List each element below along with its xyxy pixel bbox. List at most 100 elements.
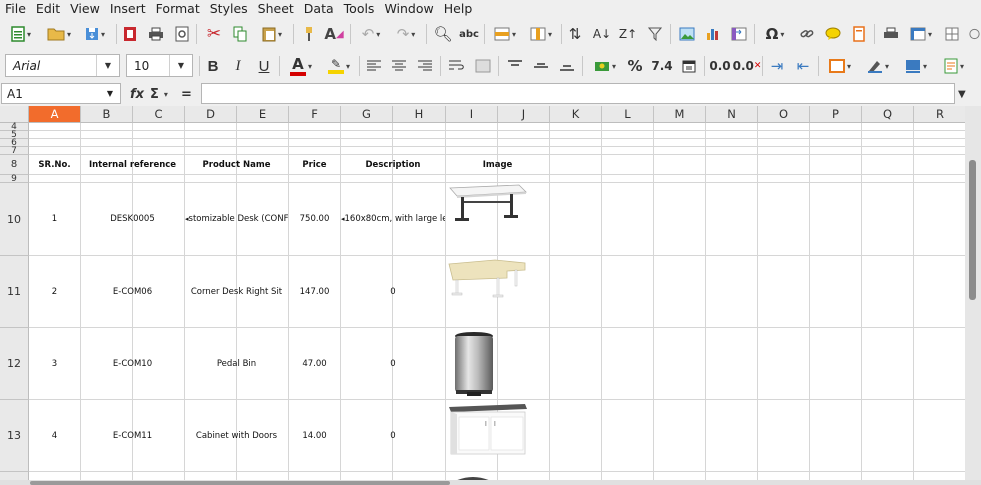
open-folder-icon[interactable]: ▾ — [42, 23, 76, 45]
wrap-text-icon[interactable] — [446, 55, 468, 77]
cell-sr-no[interactable]: 1 — [29, 183, 80, 255]
cell-internal-reference[interactable]: E-COM06 — [81, 256, 184, 327]
product-image-cabinet[interactable] — [447, 400, 529, 458]
expand-formula-bar-icon[interactable]: ▼ — [958, 84, 966, 104]
borders-icon[interactable]: ▾ — [822, 55, 858, 77]
menu-insert[interactable]: Insert — [105, 0, 151, 18]
formula-icon[interactable]: = — [181, 84, 192, 104]
header-image[interactable]: Image — [446, 155, 549, 174]
number-format-icon[interactable]: 7.4 — [650, 55, 674, 77]
number-format-date-icon[interactable] — [678, 55, 700, 77]
select-all-corner[interactable] — [0, 106, 29, 123]
header-internal-reference[interactable]: Internal reference — [81, 155, 184, 174]
find-replace-icon[interactable]: 🔍︎ — [432, 23, 454, 45]
header-sr-no[interactable]: SR.No. — [29, 155, 80, 174]
align-center-icon[interactable] — [389, 55, 409, 77]
menu-data[interactable]: Data — [299, 0, 339, 18]
menu-sheet[interactable]: Sheet — [253, 0, 299, 18]
cell-product-name[interactable]: ◂stomizable Desk (CONFI▸ — [185, 183, 288, 255]
cell-product-name[interactable]: Cabinet with Doors — [185, 400, 288, 471]
define-print-area-icon[interactable] — [880, 23, 902, 45]
column-header-d[interactable]: D — [185, 106, 237, 123]
font-color-icon[interactable]: A ▾ — [283, 55, 319, 77]
print-preview-icon[interactable] — [172, 23, 192, 45]
menu-format[interactable]: Format — [151, 0, 205, 18]
cell-description[interactable]: ◂160x80cm, with large legs▸ — [341, 183, 445, 255]
special-character-icon[interactable]: Ω ▾ — [758, 23, 792, 45]
sum-icon[interactable]: Σ ▾ — [150, 84, 168, 104]
save-icon[interactable]: ▾ — [80, 23, 110, 45]
column-header-k[interactable]: K — [550, 106, 602, 123]
column-header-e[interactable]: E — [237, 106, 289, 123]
hyperlink-icon[interactable] — [796, 23, 818, 45]
align-left-icon[interactable] — [364, 55, 384, 77]
comment-icon[interactable] — [822, 23, 844, 45]
cell-price[interactable]: 147.00 — [289, 256, 340, 327]
cut-icon[interactable]: ✂ — [204, 23, 224, 45]
cell-price[interactable]: 14.00 — [289, 400, 340, 471]
cell-sr-no[interactable]: 3 — [29, 328, 80, 399]
conditional-formatting-icon[interactable]: ▾ — [936, 55, 972, 77]
sort-descending-icon[interactable]: Z↑ — [617, 23, 639, 45]
cell-product-name[interactable]: Pedal Bin — [185, 328, 288, 399]
delete-decimal-place-icon[interactable]: 0.0 ✕ — [733, 55, 762, 77]
product-image-partial[interactable] — [447, 472, 499, 480]
row-header-12[interactable]: 12 — [0, 328, 29, 400]
add-decimal-place-icon[interactable]: 0.0 — [708, 55, 732, 77]
cell-sr-no[interactable]: 4 — [29, 400, 80, 471]
column-header-j[interactable]: J — [498, 106, 550, 123]
italic-icon[interactable]: I — [228, 55, 248, 77]
vertical-scrollbar-thumb[interactable] — [969, 160, 976, 300]
column-header-a[interactable]: A — [29, 106, 81, 123]
chevron-down-icon[interactable]: ▼ — [100, 89, 120, 98]
row-header-13[interactable]: 13 — [0, 400, 29, 472]
menu-tools[interactable]: Tools — [339, 0, 380, 18]
cell-price[interactable]: 47.00 — [289, 328, 340, 399]
column-icon[interactable]: ▾ — [524, 23, 558, 45]
menu-window[interactable]: Window — [379, 0, 438, 18]
center-vertically-icon[interactable] — [530, 55, 552, 77]
pivot-table-icon[interactable] — [728, 23, 750, 45]
column-header-h[interactable]: H — [393, 106, 446, 123]
undo-icon[interactable]: ↶ ▾ — [354, 23, 388, 45]
cell-price[interactable]: 750.00 — [289, 183, 340, 255]
underline-icon[interactable]: U — [254, 55, 274, 77]
align-right-icon[interactable] — [415, 55, 435, 77]
column-header-i[interactable]: I — [446, 106, 498, 123]
name-box[interactable]: A1 ▼ — [1, 83, 121, 104]
product-image-corner-desk[interactable] — [447, 256, 527, 304]
header-product-name[interactable]: Product Name — [185, 155, 288, 174]
menu-view[interactable]: View — [65, 0, 105, 18]
decrease-indent-icon[interactable]: ⇤ — [792, 55, 814, 77]
row-header-14[interactable] — [0, 472, 29, 480]
column-header-n[interactable]: N — [706, 106, 758, 123]
sort-icon[interactable]: ⇅ — [565, 23, 585, 45]
new-document-icon[interactable]: ▾ — [6, 23, 36, 45]
merge-cells-icon[interactable] — [472, 55, 494, 77]
headers-footers-icon[interactable] — [848, 23, 870, 45]
cell-sr-no[interactable]: 2 — [29, 256, 80, 327]
cell-product-name[interactable]: Corner Desk Right Sit — [185, 256, 288, 327]
print-icon[interactable] — [146, 23, 166, 45]
redo-icon[interactable]: ↷ ▾ — [389, 23, 423, 45]
sidebar-toggle-icon[interactable] — [968, 23, 981, 45]
menu-edit[interactable]: Edit — [31, 0, 65, 18]
row-header-11[interactable]: 11 — [0, 256, 29, 328]
freeze-rows-columns-icon[interactable]: ▾ — [904, 23, 938, 45]
spreadsheet-grid[interactable]: A B C D E F G H I J K L M N O P Q R 4 5 … — [0, 106, 965, 480]
number-format-currency-icon[interactable]: ▾ — [587, 55, 623, 77]
font-size-combo[interactable]: 10 ▼ — [126, 54, 193, 77]
paste-icon[interactable]: ▾ — [255, 23, 289, 45]
highlight-color-icon[interactable]: ✎ ▾ — [321, 55, 357, 77]
spelling-icon[interactable]: abc — [457, 23, 481, 45]
column-header-f[interactable]: F — [289, 106, 341, 123]
header-description[interactable]: Description — [341, 155, 445, 174]
column-header-l[interactable]: L — [602, 106, 654, 123]
insert-image-icon[interactable] — [676, 23, 698, 45]
number-format-percent-icon[interactable]: % — [625, 55, 645, 77]
cell-description[interactable]: 0 — [341, 328, 445, 399]
column-header-q[interactable]: Q — [862, 106, 914, 123]
sort-ascending-icon[interactable]: A↓ — [591, 23, 613, 45]
split-window-icon[interactable] — [942, 23, 962, 45]
insert-chart-icon[interactable] — [702, 23, 724, 45]
